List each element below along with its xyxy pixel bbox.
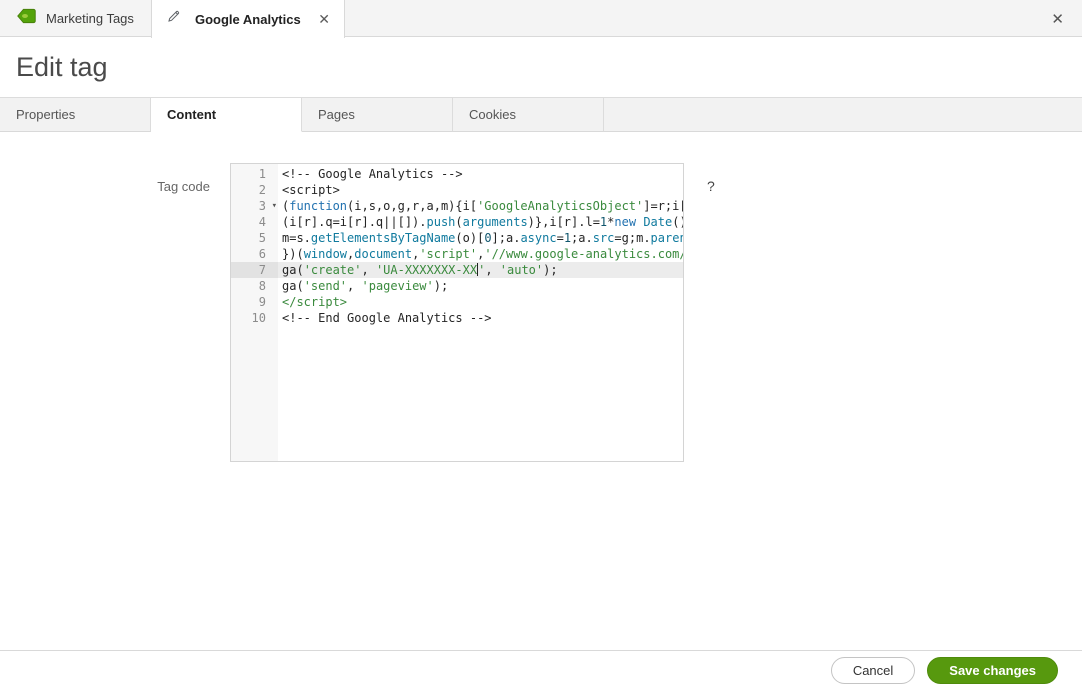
help-icon[interactable]: ?: [707, 178, 715, 194]
tag-code-label: Tag code: [0, 179, 210, 194]
line-number: 6: [231, 246, 278, 262]
page-header: Edit tag: [0, 37, 1082, 97]
tab-close-icon[interactable]: ✕: [318, 12, 330, 26]
page-title: Edit tag: [16, 52, 108, 83]
code-text: })(window,document,'script','//www.googl…: [278, 246, 683, 262]
content-panel: Tag code 1<!-- Google Analytics -->2<scr…: [0, 132, 1082, 650]
edit-pencil-icon: [166, 9, 181, 29]
code-line[interactable]: 2<script>: [231, 182, 683, 198]
tab-bar: Properties Content Pages Cookies: [0, 97, 1082, 132]
fold-toggle-icon[interactable]: ▾: [272, 198, 277, 214]
window-close-icon[interactable]: ✕: [1051, 0, 1064, 37]
code-editor[interactable]: 1<!-- Google Analytics -->2<script>3▾(fu…: [230, 163, 684, 462]
cancel-button[interactable]: Cancel: [831, 657, 915, 684]
workspace-label: Marketing Tags: [46, 11, 134, 26]
code-text: <script>: [278, 182, 683, 198]
code-line[interactable]: 6})(window,document,'script','//www.goog…: [231, 246, 683, 262]
code-text: <!-- End Google Analytics -->: [278, 310, 683, 326]
tab-cookies[interactable]: Cookies: [453, 98, 604, 132]
code-text: ga('send', 'pageview');: [278, 278, 683, 294]
code-text: </script>: [278, 294, 683, 310]
code-line[interactable]: 9</script>: [231, 294, 683, 310]
line-number: 10: [231, 310, 278, 326]
code-text: ga('create', 'UA-XXXXXXX-XX', 'auto');: [278, 262, 683, 278]
tab-pages[interactable]: Pages: [302, 98, 453, 132]
top-bar: Marketing Tags Google Analytics f... ✕ ✕: [0, 0, 1082, 37]
line-number: 9: [231, 294, 278, 310]
line-number: 5: [231, 230, 278, 246]
line-number: 8: [231, 278, 278, 294]
tab-properties[interactable]: Properties: [0, 98, 151, 132]
code-text: (function(i,s,o,g,r,a,m){i['GoogleAnalyt…: [278, 198, 683, 214]
code-line[interactable]: 5m=s.getElementsByTagName(o)[0];a.async=…: [231, 230, 683, 246]
code-line[interactable]: 1<!-- Google Analytics -->: [231, 166, 683, 182]
code-lines: 1<!-- Google Analytics -->2<script>3▾(fu…: [231, 164, 683, 326]
footer-bar: Cancel Save changes: [0, 650, 1082, 689]
code-line[interactable]: 7ga('create', 'UA-XXXXXXX-XX', 'auto');: [231, 262, 683, 278]
code-text: (i[r].q=i[r].q||[]).push(arguments)},i[r…: [278, 214, 683, 230]
line-number: 2: [231, 182, 278, 198]
code-line[interactable]: 10<!-- End Google Analytics -->: [231, 310, 683, 326]
tab-bar-filler: [604, 98, 1082, 132]
line-number: 1: [231, 166, 278, 182]
code-line[interactable]: 3▾(function(i,s,o,g,r,a,m){i['GoogleAnal…: [231, 198, 683, 214]
code-text: <!-- Google Analytics -->: [278, 166, 683, 182]
tab-content[interactable]: Content: [151, 98, 302, 132]
code-line[interactable]: 8ga('send', 'pageview');: [231, 278, 683, 294]
line-number: 7: [231, 262, 278, 278]
tag-tab-title: Google Analytics f...: [195, 12, 304, 27]
tag-icon: [17, 8, 36, 29]
code-text: m=s.getElementsByTagName(o)[0];a.async=1…: [278, 230, 683, 246]
code-line[interactable]: 4(i[r].q=i[r].q||[]).push(arguments)},i[…: [231, 214, 683, 230]
line-number: 4: [231, 214, 278, 230]
workspace-menu-item[interactable]: Marketing Tags: [0, 0, 151, 36]
tag-editor-tab[interactable]: Google Analytics f... ✕: [151, 0, 345, 38]
line-number: 3▾: [231, 198, 278, 214]
save-changes-button[interactable]: Save changes: [927, 657, 1058, 684]
